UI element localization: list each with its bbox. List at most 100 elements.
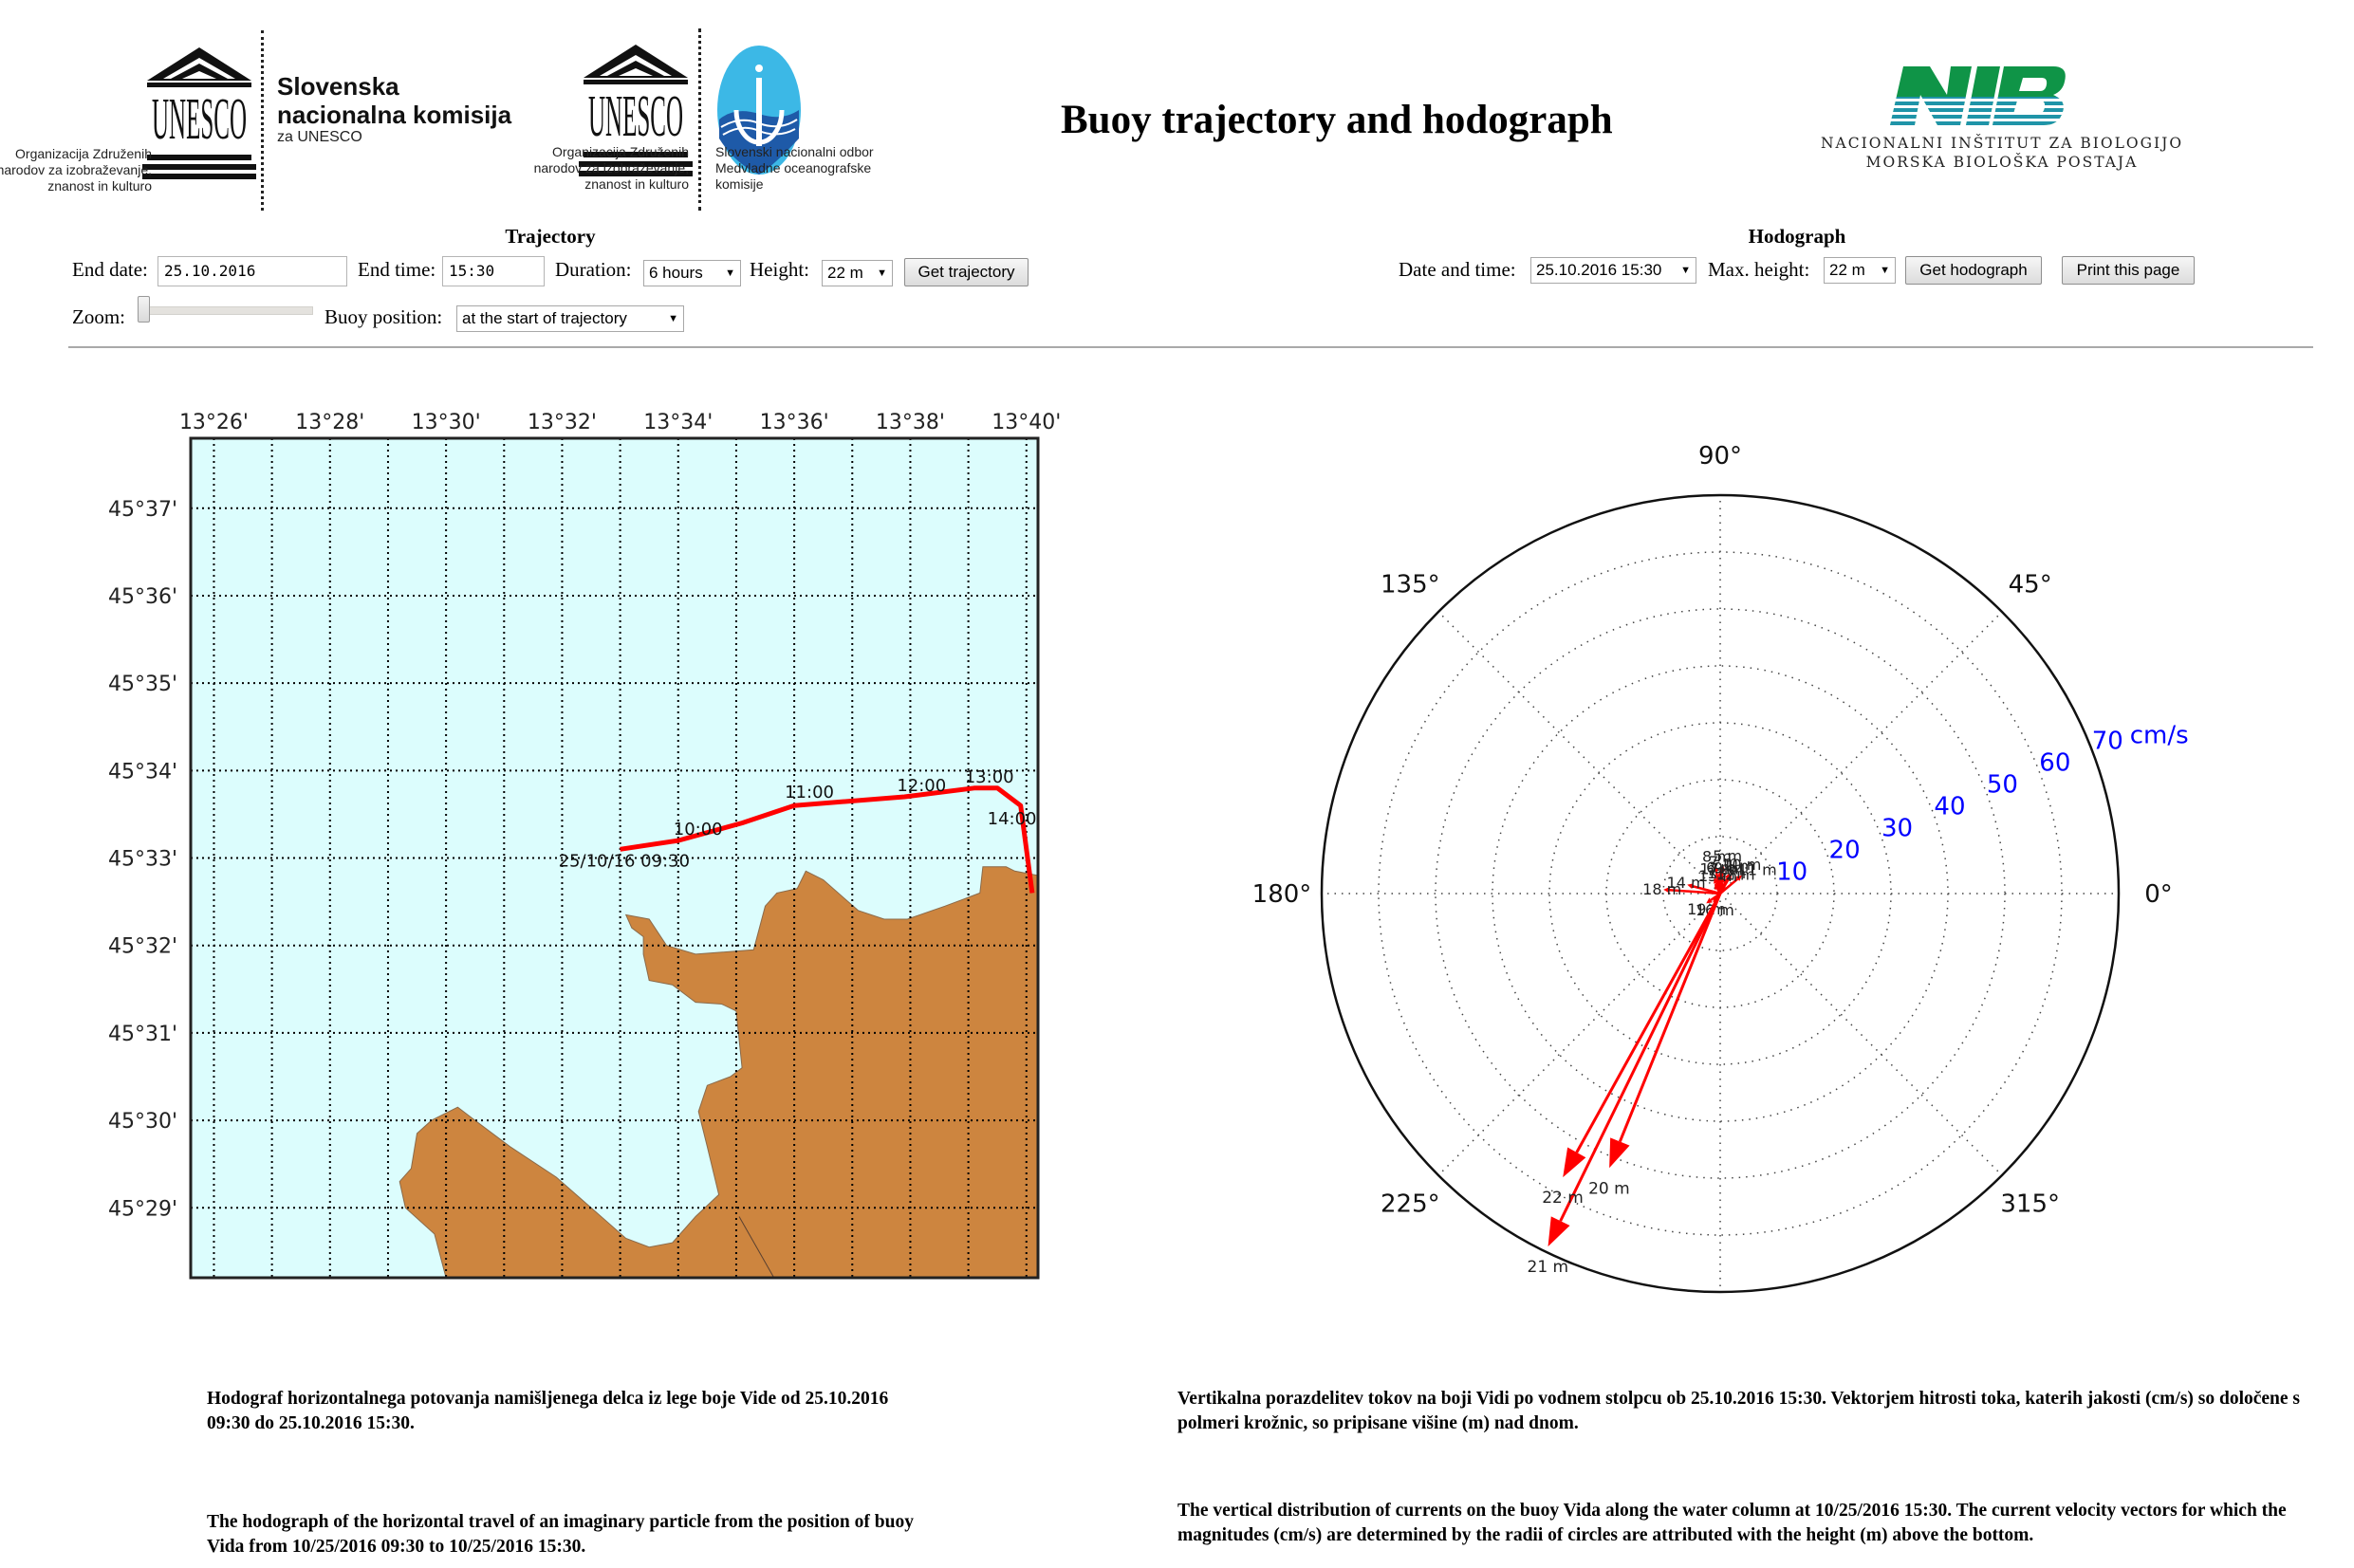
angle-tick-label: 135° [1381,570,1440,599]
chevron-down-icon: ▼ [1880,265,1890,276]
vector-height-label: 20 m [1588,1180,1630,1199]
latitude-tick-label: 45°33' [108,848,177,872]
end-date-input[interactable]: 25.10.2016 [158,256,347,286]
longitude-tick-label: 13°38' [876,411,945,434]
height-select[interactable]: 22 m ▼ [822,260,893,286]
height-label: Height: [750,258,809,281]
trajectory-time-label: 12:00 [897,776,946,796]
vector-height-label: 18 m [1642,880,1681,898]
datetime-selected-value: 25.10.2016 15:30 [1536,261,1662,279]
latitude-tick-label: 45°30' [108,1110,177,1134]
chevron-down-icon: ▼ [668,313,678,324]
zoom-slider-thumb[interactable] [138,296,150,323]
longitude-tick-label: 13°32' [528,411,597,434]
chevron-down-icon: ▼ [725,267,735,279]
zoom-slider[interactable] [135,296,315,326]
radial-tick-label: 30 [1881,815,1913,843]
trajectory-time-label: 11:00 [785,783,834,802]
angle-tick-label: 315° [2000,1190,2060,1219]
trajectory-map-svg: 13°26' 13°28' 13°30' 13°32' 13°34' 13°36' 13°3… [108,411,1061,1280]
latitude-tick-label: 45°32' [108,935,177,959]
datetime-select[interactable]: 25.10.2016 15:30 ▼ [1530,257,1696,284]
radial-unit-label: cm/s [2130,722,2189,750]
zoom-label: Zoom: [72,305,125,328]
get-trajectory-button[interactable]: Get trajectory [904,258,1029,286]
longitude-tick-label: 13°30' [412,411,481,434]
angle-tick-label: 90° [1698,442,1742,470]
buoy-position-select[interactable]: at the start of trajectory ▼ [456,305,684,332]
longitude-tick-label: 13°28' [295,411,364,434]
nib-institute-name: NACIONALNI INŠTITUT ZA BIOLOGIJO MORSKA … [1820,135,2184,171]
nib-logo: NACIONALNI INŠTITUT ZA BIOLOGIJO MORSKA … [1784,62,2220,175]
radial-tick-label: 20 [1829,837,1861,865]
latitude-tick-label: 45°37' [108,498,177,522]
longitude-tick-label: 13°34' [643,411,713,434]
svg-text:UNESCO: UNESCO [152,86,247,152]
trajectory-time-label: 14:00 [988,809,1037,829]
longitude-tick-label: 13°40' [992,411,1061,434]
chevron-down-icon: ▼ [1680,265,1691,276]
longitude-tick-label: 13°26' [179,411,249,434]
vector-height-label: 21 m [1528,1258,1569,1277]
unesco-caption: Organizacija Združenih narodov za izobra… [533,144,689,192]
latitude-tick-label: 45°29' [108,1197,177,1221]
latitude-tick-label: 45°36' [108,585,177,609]
trajectory-time-label: 13:00 [965,767,1014,787]
trajectory-time-label: 10:00 [674,820,723,839]
vector-height-label: 17 m [1699,860,1738,878]
radial-tick-label: 10 [1776,858,1807,887]
radial-tick-label: 70 [2092,728,2123,756]
duration-label: Duration: [555,258,632,281]
latitude-tick-label: 45°35' [108,673,177,696]
chevron-down-icon: ▼ [877,267,887,279]
trajectory-heading: Trajectory [505,225,596,248]
unesco-logo-slovenian-commission: UNESCO Organizacija Združenih narodov za… [0,28,531,218]
print-page-button[interactable]: Print this page [2062,256,2195,285]
max-height-select[interactable]: 22 m ▼ [1824,257,1896,284]
max-height-selected-value: 22 m [1829,261,1865,279]
angle-tick-label: 0° [2144,880,2173,909]
vector-height-label: 22 m [1542,1189,1584,1208]
zoom-slider-track[interactable] [144,306,313,315]
end-time-label: End time: [358,258,436,281]
angle-tick-label: 225° [1381,1190,1440,1219]
ioc-caption: Slovenski nacionalni odbor Medvladne oce… [715,144,874,192]
height-selected-value: 22 m [827,264,863,282]
max-height-label: Max. height: [1708,258,1810,281]
hodograph-caption-english: The vertical distribution of currents on… [1177,1501,2287,1545]
header-divider [68,346,2313,348]
trajectory-map: 13°26' 13°28' 13°30' 13°32' 13°34' 13°36' 13°3… [85,408,1072,1319]
hodograph-heading: Hodograph [1748,225,1846,248]
latitude-tick-label: 45°31' [108,1023,177,1046]
get-hodograph-button[interactable]: Get hodograph [1905,256,2042,285]
commission-name: Slovenska nacionalna komisija za UNESCO [277,72,512,145]
radial-tick-label: 40 [1934,793,1965,821]
logo-divider [261,30,264,211]
hodograph-caption-slovenian: Vertikalna porazdelitev tokov na boji Vi… [1177,1389,2301,1433]
end-date-label: End date: [72,258,148,281]
hodograph-polar-svg: 0°45°90°135°180°225°270°315°102030405060… [1252,442,2189,1347]
trajectory-caption-english: The hodograph of the horizontal travel o… [207,1512,914,1557]
latitude-tick-label: 45°34' [108,760,177,784]
logo-divider [698,28,701,211]
duration-select[interactable]: 6 hours ▼ [643,260,741,286]
longitude-tick-label: 13°36' [760,411,829,434]
duration-selected-value: 6 hours [649,264,703,282]
angle-tick-label: 45° [2009,570,2052,599]
angle-tick-label: 180° [1252,880,1312,909]
unesco-wordmark: UNESCO [588,83,683,149]
trajectory-caption-slovenian: Hodograf horizontalnega potovanja namišl… [207,1389,889,1433]
buoy-position-label: Buoy position: [324,305,443,328]
page-title: Buoy trajectory and hodograph [1061,98,1613,142]
radial-tick-label: 50 [1987,771,2018,800]
radial-tick-label: 60 [2039,749,2070,778]
datetime-label: Date and time: [1399,258,1516,281]
hodograph-plot: 0°45°90°135°180°225°270°315°102030405060… [1233,370,2277,1347]
end-time-input[interactable]: 15:30 [442,256,545,286]
unesco-ioc-logo: UNESCO Organizacija Združenih narodov za… [512,28,911,218]
unesco-caption: Organizacija Združenih narodov za izobra… [0,146,152,194]
unesco-wordmark: UNESCO [152,86,247,152]
trajectory-time-label: 25/10/16 09:30 [559,851,690,871]
buoy-position-selected-value: at the start of trajectory [462,309,627,327]
unesco-temple-icon: UNESCO [142,47,256,179]
